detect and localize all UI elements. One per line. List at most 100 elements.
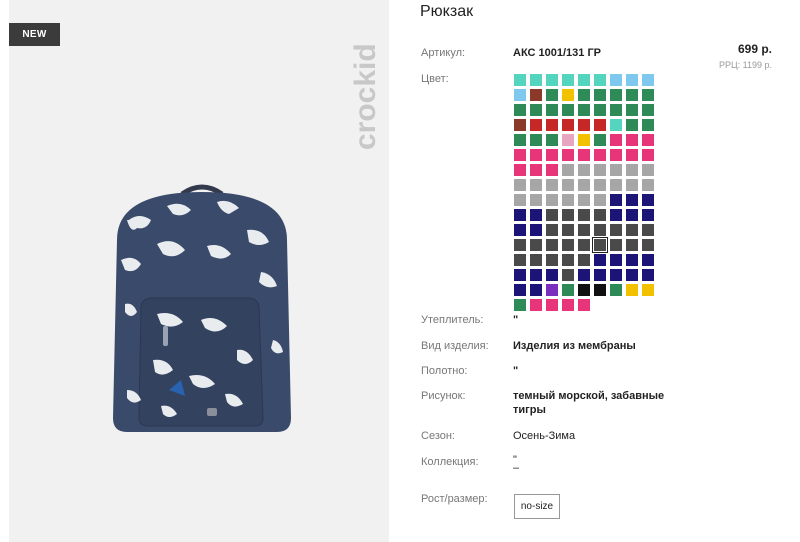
color-swatch[interactable] [594,284,606,296]
color-swatch[interactable] [530,104,542,116]
color-swatch[interactable] [642,269,654,281]
color-swatch[interactable] [610,209,622,221]
color-swatch[interactable] [626,89,638,101]
color-swatch[interactable] [594,149,606,161]
color-swatch[interactable] [546,179,558,191]
color-swatch[interactable] [592,237,608,253]
color-swatch[interactable] [642,74,654,86]
color-swatch[interactable] [642,149,654,161]
color-swatch[interactable] [514,119,526,131]
color-swatch[interactable] [610,254,622,266]
color-swatch[interactable] [642,284,654,296]
color-swatch[interactable] [546,74,558,86]
color-swatch[interactable] [562,269,574,281]
color-swatch[interactable] [594,104,606,116]
color-swatch[interactable] [546,119,558,131]
color-swatch[interactable] [514,89,526,101]
color-swatch[interactable] [594,194,606,206]
color-swatch[interactable] [546,284,558,296]
color-swatch[interactable] [578,134,590,146]
color-swatch[interactable] [642,179,654,191]
color-swatch[interactable] [530,134,542,146]
color-swatch[interactable] [514,134,526,146]
color-swatch[interactable] [626,119,638,131]
color-swatch[interactable] [546,149,558,161]
color-swatch[interactable] [594,179,606,191]
color-swatch[interactable] [594,254,606,266]
color-swatch[interactable] [514,74,526,86]
color-swatch[interactable] [562,149,574,161]
color-swatch[interactable] [546,134,558,146]
color-swatch[interactable] [530,284,542,296]
color-swatch[interactable] [562,164,574,176]
color-swatch[interactable] [642,224,654,236]
color-swatch[interactable] [578,119,590,131]
color-swatch[interactable] [514,194,526,206]
color-swatch[interactable] [610,134,622,146]
color-swatch[interactable] [578,149,590,161]
color-swatch[interactable] [530,119,542,131]
color-swatch[interactable] [610,119,622,131]
color-swatch[interactable] [514,269,526,281]
color-swatch[interactable] [594,134,606,146]
color-swatch[interactable] [642,164,654,176]
color-swatch[interactable] [562,254,574,266]
color-swatch[interactable] [594,119,606,131]
color-swatch[interactable] [562,179,574,191]
color-swatch[interactable] [610,179,622,191]
color-swatch[interactable] [578,284,590,296]
color-swatch[interactable] [642,239,654,251]
color-swatch[interactable] [642,194,654,206]
color-swatch[interactable] [626,74,638,86]
color-swatch[interactable] [610,149,622,161]
color-swatch[interactable] [610,194,622,206]
color-swatch[interactable] [530,254,542,266]
color-swatch[interactable] [626,209,638,221]
color-swatch[interactable] [578,104,590,116]
color-swatch[interactable] [594,74,606,86]
color-swatch[interactable] [562,74,574,86]
color-swatch[interactable] [626,194,638,206]
color-swatch[interactable] [546,164,558,176]
color-swatch[interactable] [562,224,574,236]
color-swatch[interactable] [546,104,558,116]
color-swatch[interactable] [514,149,526,161]
color-swatch[interactable] [610,284,622,296]
color-swatch[interactable] [514,224,526,236]
color-swatch[interactable] [514,104,526,116]
color-swatch[interactable] [626,164,638,176]
color-swatch[interactable] [626,254,638,266]
color-swatch[interactable] [546,254,558,266]
color-swatch[interactable] [530,179,542,191]
color-swatch[interactable] [610,239,622,251]
color-swatch[interactable] [514,179,526,191]
color-swatch[interactable] [578,299,590,311]
color-swatch[interactable] [642,104,654,116]
color-swatch[interactable] [562,89,574,101]
color-swatch[interactable] [626,269,638,281]
color-swatch-grid[interactable] [514,74,654,311]
color-swatch[interactable] [530,299,542,311]
color-swatch[interactable] [546,194,558,206]
color-swatch[interactable] [642,89,654,101]
color-swatch[interactable] [546,239,558,251]
color-swatch[interactable] [578,179,590,191]
color-swatch[interactable] [626,134,638,146]
color-swatch[interactable] [514,254,526,266]
color-swatch[interactable] [562,194,574,206]
color-swatch[interactable] [546,89,558,101]
color-swatch[interactable] [578,209,590,221]
color-swatch[interactable] [578,239,590,251]
color-swatch[interactable] [626,149,638,161]
color-swatch[interactable] [530,89,542,101]
color-swatch[interactable] [626,239,638,251]
color-swatch[interactable] [514,164,526,176]
color-swatch[interactable] [562,299,574,311]
color-swatch[interactable] [642,119,654,131]
color-swatch[interactable] [530,164,542,176]
color-swatch[interactable] [578,269,590,281]
color-swatch[interactable] [610,89,622,101]
color-swatch[interactable] [562,209,574,221]
color-swatch[interactable] [530,194,542,206]
color-swatch[interactable] [578,194,590,206]
